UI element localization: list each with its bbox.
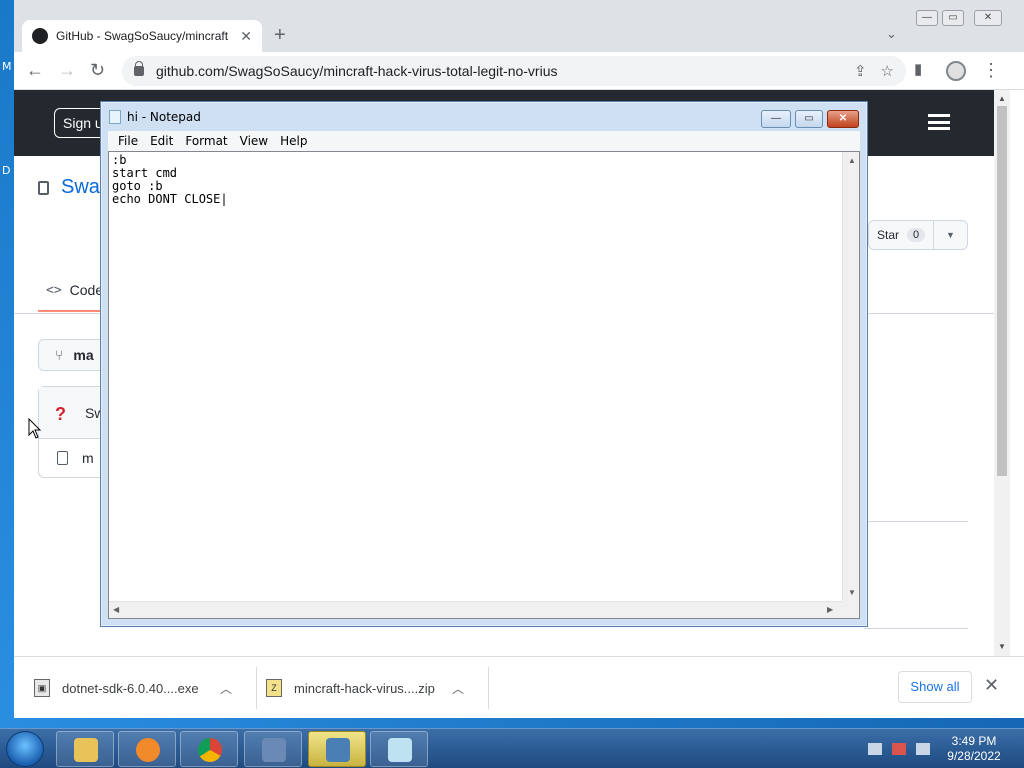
setup-icon[interactable] bbox=[308, 731, 366, 767]
divider-line bbox=[864, 521, 968, 522]
download-item[interactable]: Z mincraft-hack-virus....zip ︿ bbox=[266, 667, 490, 709]
start-button[interactable] bbox=[6, 731, 44, 767]
reload-icon[interactable]: ↻ bbox=[90, 60, 105, 80]
desktop-label-m: M bbox=[2, 60, 12, 73]
control-panel-icon[interactable] bbox=[244, 731, 302, 767]
show-all-button[interactable]: Show all bbox=[898, 671, 972, 703]
chevron-up-icon[interactable]: ︿ bbox=[452, 680, 464, 697]
maximize-button[interactable]: ▭ bbox=[942, 10, 964, 26]
bookmark-star-icon[interactable]: ☆ bbox=[881, 62, 894, 80]
code-icon: <> bbox=[46, 282, 62, 298]
close-tab-icon[interactable]: ✕ bbox=[240, 28, 252, 45]
tab-code[interactable]: <> Code bbox=[46, 282, 103, 298]
menu-file[interactable]: File bbox=[112, 134, 144, 148]
download-name: dotnet-sdk-6.0.40....exe bbox=[62, 680, 199, 696]
profile-avatar[interactable] bbox=[946, 61, 966, 81]
github-icon bbox=[32, 28, 48, 44]
close-button[interactable]: ✕ bbox=[827, 110, 859, 128]
lock-icon[interactable] bbox=[134, 61, 144, 76]
menu-bar: File Edit Format View Help bbox=[108, 131, 860, 151]
network-icon[interactable] bbox=[868, 743, 882, 755]
file-name[interactable]: m bbox=[82, 450, 94, 466]
maximize-button[interactable]: ▭ bbox=[795, 110, 823, 128]
scroll-up-icon[interactable]: ▲ bbox=[998, 94, 1006, 103]
menu-kebab-icon[interactable]: ⋮ bbox=[982, 60, 1000, 81]
scroll-down-icon[interactable]: ▼ bbox=[998, 642, 1006, 651]
author-avatar-icon[interactable]: ? bbox=[55, 404, 73, 424]
forward-icon[interactable]: → bbox=[58, 60, 76, 80]
side-panel-icon[interactable]: ▮ bbox=[914, 60, 922, 80]
star-button[interactable]: Star 0 ▼ bbox=[868, 220, 968, 250]
download-shelf: ▣ dotnet-sdk-6.0.40....exe ︿ Z mincraft-… bbox=[14, 656, 1024, 718]
clock-time: 3:49 PM bbox=[951, 734, 997, 748]
back-icon[interactable]: ← bbox=[26, 60, 44, 80]
scrollbar-thumb[interactable] bbox=[997, 106, 1007, 476]
menu-view[interactable]: View bbox=[234, 134, 274, 148]
horizontal-scrollbar[interactable]: ◀ ▶ bbox=[109, 601, 842, 618]
chrome-icon[interactable] bbox=[180, 731, 238, 767]
clock-date: 9/28/2022 bbox=[947, 749, 1001, 763]
browser-toolbar: ← → ↻ github.com/SwagSoSaucy/mincraft-ha… bbox=[14, 52, 1024, 90]
address-bar[interactable]: github.com/SwagSoSaucy/mincraft-hack-vir… bbox=[122, 56, 906, 86]
tab-search-icon[interactable]: ⌄ bbox=[886, 26, 897, 42]
zip-icon: Z bbox=[266, 679, 282, 697]
taskbar: 3:49 PM 9/28/2022 bbox=[0, 728, 1024, 768]
star-count: 0 bbox=[907, 228, 926, 242]
menu-format[interactable]: Format bbox=[179, 134, 233, 148]
document-text[interactable]: :b start cmd goto :b echo DONT CLOSE| bbox=[112, 154, 842, 600]
notepad-icon bbox=[109, 110, 121, 124]
close-window-button[interactable]: ✕ bbox=[974, 10, 1002, 26]
download-name: mincraft-hack-virus....zip bbox=[294, 680, 435, 696]
minimize-button[interactable]: — bbox=[916, 10, 938, 26]
notepad-icon[interactable] bbox=[370, 731, 428, 767]
repo-icon bbox=[38, 180, 49, 195]
installer-icon: ▣ bbox=[34, 679, 50, 697]
new-tab-button[interactable]: + bbox=[274, 24, 286, 47]
scroll-up-icon[interactable]: ▲ bbox=[848, 156, 856, 165]
scroll-left-icon[interactable]: ◀ bbox=[113, 605, 119, 614]
share-icon[interactable]: ⇪ bbox=[854, 62, 867, 80]
divider-line bbox=[864, 628, 968, 629]
star-label: Star bbox=[877, 228, 900, 242]
scroll-down-icon[interactable]: ▼ bbox=[848, 588, 856, 597]
code-tab-label: Code bbox=[69, 282, 104, 298]
explorer-icon[interactable] bbox=[56, 731, 114, 767]
download-item[interactable]: ▣ dotnet-sdk-6.0.40....exe ︿ bbox=[34, 667, 258, 709]
hamburger-menu-icon[interactable] bbox=[928, 114, 950, 130]
mouse-cursor-icon bbox=[28, 418, 42, 439]
minimize-button[interactable]: — bbox=[761, 110, 791, 128]
star-dropdown-icon[interactable]: ▼ bbox=[933, 221, 967, 249]
vertical-scrollbar[interactable]: ▲ ▼ bbox=[842, 152, 859, 602]
volume-icon[interactable] bbox=[916, 743, 930, 755]
tab-title: GitHub - SwagSoSaucy/mincraft bbox=[56, 29, 229, 43]
resize-grip-icon[interactable] bbox=[842, 601, 859, 618]
menu-edit[interactable]: Edit bbox=[144, 134, 179, 148]
window-title: hi - Notepad bbox=[127, 110, 201, 124]
branch-icon: ⑂ bbox=[55, 347, 64, 363]
branch-label: ma bbox=[73, 347, 94, 363]
desktop-label-d: D bbox=[2, 164, 11, 177]
close-icon[interactable]: ✕ bbox=[984, 675, 999, 696]
scroll-right-icon[interactable]: ▶ bbox=[827, 605, 833, 614]
page-scrollbar[interactable]: ▲ ▼ bbox=[994, 90, 1010, 658]
menu-help[interactable]: Help bbox=[274, 134, 313, 148]
url-text[interactable]: github.com/SwagSoSaucy/mincraft-hack-vir… bbox=[156, 63, 840, 79]
text-area[interactable]: :b start cmd goto :b echo DONT CLOSE| ▲ … bbox=[108, 151, 860, 619]
browser-tab[interactable]: GitHub - SwagSoSaucy/mincraft ✕ bbox=[22, 20, 262, 52]
tab-strip: GitHub - SwagSoSaucy/mincraft ✕ + ⌄ — ▭ … bbox=[14, 0, 1024, 52]
notepad-titlebar[interactable]: hi - Notepad bbox=[109, 110, 201, 124]
notepad-window: hi - Notepad — ▭ ✕ File Edit Format View… bbox=[100, 101, 868, 627]
media-player-icon[interactable] bbox=[118, 731, 176, 767]
chevron-up-icon[interactable]: ︿ bbox=[220, 680, 232, 697]
action-center-icon[interactable] bbox=[892, 743, 906, 755]
system-clock[interactable]: 3:49 PM 9/28/2022 bbox=[944, 734, 1004, 764]
file-icon bbox=[57, 451, 68, 465]
